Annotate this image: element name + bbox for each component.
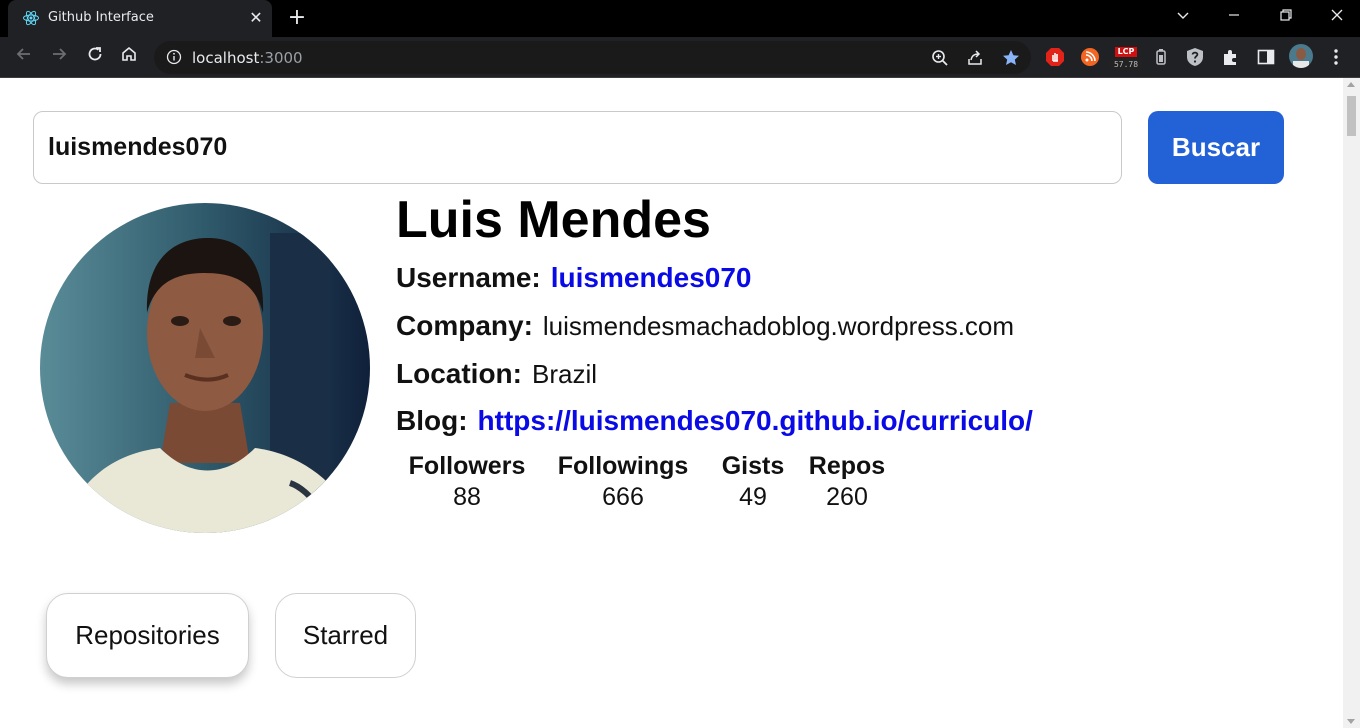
username-search-input[interactable]: [33, 111, 1122, 184]
bookmark-star-icon[interactable]: [1001, 48, 1021, 68]
blog-label: Blog:: [396, 405, 468, 436]
stat-value: 260: [826, 483, 868, 511]
url-port: :3000: [259, 49, 303, 67]
username-label: Username:: [396, 262, 541, 293]
page-viewport: Buscar Luis Mendes Username: luismendes07…: [0, 78, 1343, 728]
scroll-thumb[interactable]: [1347, 96, 1356, 136]
shield-question-icon[interactable]: [1185, 47, 1205, 67]
tab-title: Github Interface: [48, 10, 154, 25]
browser-tab-bar: Github Interface ✕ +: [0, 0, 1360, 37]
rss-extension-icon[interactable]: [1080, 47, 1100, 67]
tab-close-icon[interactable]: ✕: [246, 8, 266, 28]
company-row: Company: luismendesmachadoblog.wordpress.…: [396, 310, 1014, 342]
address-bar[interactable]: localhost:3000: [154, 41, 1031, 74]
lcp-extension-icon[interactable]: LCP 57.78: [1110, 45, 1142, 71]
stat-gists: Gists 49: [710, 452, 796, 512]
share-icon[interactable]: [965, 48, 985, 68]
blog-link[interactable]: https://luismendes070.github.io/curricul…: [478, 405, 1033, 436]
stats-row: Followers 88 Followings 666 Gists 49 Rep…: [400, 452, 892, 512]
stat-repos: Repos 260: [802, 452, 892, 512]
tab-repositories[interactable]: Repositories: [46, 593, 249, 678]
location-value: Brazil: [532, 359, 598, 389]
url-text[interactable]: localhost:3000: [192, 49, 303, 67]
stat-value: 49: [739, 483, 767, 511]
profile-avatar-icon[interactable]: [1289, 44, 1313, 68]
stat-value: 666: [602, 483, 644, 511]
close-window-icon[interactable]: [1325, 6, 1349, 30]
company-label: Company:: [396, 310, 533, 341]
new-tab-button[interactable]: +: [285, 6, 309, 30]
scroll-up-icon[interactable]: [1347, 82, 1355, 87]
restore-icon[interactable]: [1274, 6, 1298, 30]
tab-starred[interactable]: Starred: [275, 593, 416, 678]
stat-label: Followings: [557, 452, 689, 480]
adblock-extension-icon[interactable]: [1045, 47, 1065, 67]
search-button[interactable]: Buscar: [1148, 111, 1284, 184]
menu-kebab-icon[interactable]: [1326, 47, 1346, 67]
lcp-value: 57.78: [1110, 59, 1142, 70]
side-panel-icon[interactable]: [1256, 47, 1276, 67]
forward-icon[interactable]: [47, 45, 71, 69]
location-label: Location:: [396, 358, 522, 389]
stat-value: 88: [453, 483, 481, 511]
stat-label: Gists: [721, 452, 785, 480]
reload-icon[interactable]: [83, 45, 107, 69]
url-host: localhost: [192, 49, 260, 67]
location-row: Location: Brazil: [396, 358, 597, 390]
scroll-down-icon[interactable]: [1347, 719, 1355, 724]
minimize-icon[interactable]: [1222, 6, 1246, 30]
browser-toolbar: localhost:3000 LCP 57.78: [0, 37, 1360, 78]
battery-extension-icon[interactable]: [1151, 47, 1171, 67]
back-icon[interactable]: [12, 45, 36, 69]
stat-label: Followers: [408, 452, 526, 480]
stat-followings: Followings 666: [548, 452, 698, 512]
username-link[interactable]: luismendes070: [551, 262, 752, 293]
browser-tab[interactable]: Github Interface ✕: [8, 0, 272, 37]
react-icon: [23, 10, 39, 26]
info-icon[interactable]: [166, 49, 182, 65]
lcp-badge: LCP: [1115, 47, 1137, 57]
home-icon[interactable]: [117, 45, 141, 69]
company-value: luismendesmachadoblog.wordpress.com: [542, 311, 1015, 341]
stat-label: Repos: [808, 452, 886, 480]
username-row: Username: luismendes070: [396, 262, 752, 294]
profile-name: Luis Mendes: [396, 191, 711, 249]
blog-row: Blog: https://luismendes070.github.io/cur…: [396, 405, 1033, 437]
stat-followers: Followers 88: [400, 452, 534, 512]
extensions-puzzle-icon[interactable]: [1221, 47, 1241, 67]
tab-search-icon[interactable]: [1171, 6, 1195, 30]
user-avatar: [40, 203, 370, 533]
page-scrollbar[interactable]: [1343, 78, 1360, 728]
zoom-icon[interactable]: [930, 48, 950, 68]
